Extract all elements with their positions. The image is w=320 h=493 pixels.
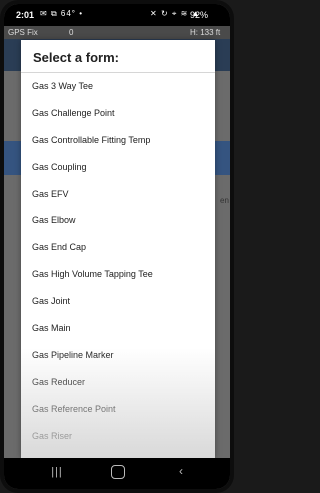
select-form-dialog: Select a form: Gas 3 Way Tee Gas Challen… — [21, 40, 215, 458]
mail-icon: ✉ — [40, 9, 48, 18]
location-icon: ⌖ — [171, 9, 178, 18]
screen: 2:01 ✉ ⧉ 64° • ✕ ↻ ⌖ ≋ ▲ 92% GPS Fix 0 H… — [4, 4, 230, 489]
navigation-bar: ||| ‹ — [4, 458, 230, 489]
status-bar: 2:01 ✉ ⧉ 64° • ✕ ↻ ⌖ ≋ ▲ 92% — [4, 4, 230, 26]
dialog-title: Select a form: — [33, 50, 119, 65]
form-item-gas-riser[interactable]: Gas Riser — [21, 423, 215, 450]
form-item-gas-coupling[interactable]: Gas Coupling — [21, 154, 215, 181]
form-item-gas-service[interactable]: Gas Service — [21, 449, 215, 458]
sync-icon: ↻ — [160, 9, 169, 18]
form-item-gas-high-volume-tapping-tee[interactable]: Gas High Volume Tapping Tee — [21, 261, 215, 288]
mute-icon: ✕ — [150, 9, 158, 18]
gps-fix-label: GPS Fix — [8, 28, 38, 37]
form-item-gas-main[interactable]: Gas Main — [21, 315, 215, 342]
app-side-text: en — [220, 196, 229, 205]
form-list[interactable]: Gas 3 Way Tee Gas Challenge Point Gas Co… — [21, 73, 215, 458]
form-item-gas-efv[interactable]: Gas EFV — [21, 181, 215, 208]
form-item-gas-reference-point[interactable]: Gas Reference Point — [21, 396, 215, 423]
gps-row: GPS Fix 0 H: 133 ft — [4, 26, 230, 39]
dot-icon: • — [79, 9, 84, 18]
wifi-icon: ≋ — [180, 9, 189, 18]
gps-height: H: 133 ft — [190, 28, 221, 37]
back-icon[interactable]: ‹ — [166, 464, 196, 478]
recents-icon[interactable]: ||| — [42, 464, 72, 478]
form-item-gas-controllable-fitting-temp[interactable]: Gas Controllable Fitting Temp — [21, 127, 215, 154]
status-time: 2:01 — [16, 10, 35, 20]
phone-frame: 2:01 ✉ ⧉ 64° • ✕ ↻ ⌖ ≋ ▲ 92% GPS Fix 0 H… — [0, 0, 234, 493]
notification-icons: ✉ ⧉ 64° • — [40, 9, 83, 19]
home-icon[interactable] — [103, 464, 133, 482]
form-item-gas-elbow[interactable]: Gas Elbow — [21, 207, 215, 234]
form-item-gas-end-cap[interactable]: Gas End Cap — [21, 234, 215, 261]
form-item-gas-joint[interactable]: Gas Joint — [21, 288, 215, 315]
gallery-icon: ⧉ — [50, 9, 58, 18]
form-item-gas-reducer[interactable]: Gas Reducer — [21, 369, 215, 396]
form-item-gas-challenge-point[interactable]: Gas Challenge Point — [21, 100, 215, 127]
gps-fix-value: 0 — [69, 28, 74, 37]
temperature-icon: 64° — [60, 9, 76, 18]
form-item-gas-3-way-tee[interactable]: Gas 3 Way Tee — [21, 73, 215, 100]
form-item-gas-pipeline-marker[interactable]: Gas Pipeline Marker — [21, 342, 215, 369]
battery-level: 92% — [190, 10, 209, 20]
